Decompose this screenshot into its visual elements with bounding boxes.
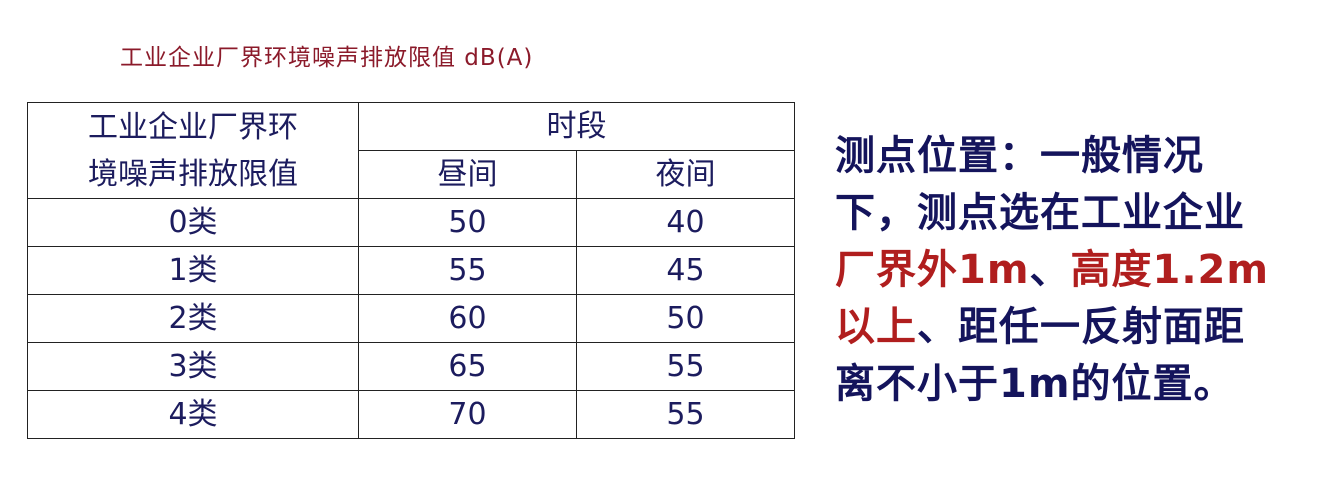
header-label-line1: 工业企业厂界环 bbox=[88, 109, 298, 145]
table-row: 0类 50 40 bbox=[27, 198, 795, 247]
day-value-cell: 55 bbox=[358, 246, 577, 295]
table-header-row: 工业企业厂界环 境噪声排放限值 时段 bbox=[27, 102, 795, 199]
measurement-point-description: 测点位置：一般情况下，测点选在工业企业厂界外1m、高度1.2m以上、距任一反射面… bbox=[835, 128, 1280, 413]
header-label-line2: 境噪声排放限值 bbox=[88, 156, 298, 192]
night-value-cell: 55 bbox=[576, 390, 795, 439]
table-row: 4类 70 55 bbox=[27, 390, 795, 439]
category-cell: 2类 bbox=[27, 294, 359, 343]
day-column-header: 昼间 bbox=[358, 150, 577, 199]
category-cell: 0类 bbox=[27, 198, 359, 247]
desc-text-part1: 测点位置：一般情况下，测点选在工业企业 bbox=[835, 133, 1245, 236]
day-value-cell: 65 bbox=[358, 342, 577, 391]
desc-highlight-boundary: 厂界外1m bbox=[835, 247, 1030, 293]
night-value-cell: 50 bbox=[576, 294, 795, 343]
day-value-cell: 60 bbox=[358, 294, 577, 343]
night-value-cell: 40 bbox=[576, 198, 795, 247]
table-row: 1类 55 45 bbox=[27, 246, 795, 295]
period-header: 时段 bbox=[358, 102, 795, 151]
page-caption: 工业企业厂界环境噪声排放限值 dB(A) bbox=[120, 45, 534, 71]
category-cell: 3类 bbox=[27, 342, 359, 391]
day-value-cell: 70 bbox=[358, 390, 577, 439]
header-label-cell: 工业企业厂界环 境噪声排放限值 bbox=[27, 102, 359, 199]
category-cell: 1类 bbox=[27, 246, 359, 295]
desc-text-part2: 、 bbox=[1029, 247, 1071, 293]
day-value-cell: 50 bbox=[358, 198, 577, 247]
category-cell: 4类 bbox=[27, 390, 359, 439]
night-value-cell: 45 bbox=[576, 246, 795, 295]
noise-limit-table: 工业企业厂界环 境噪声排放限值 时段 昼间 夜间 0类 50 40 1类 55 … bbox=[27, 102, 795, 439]
table-row: 2类 60 50 bbox=[27, 294, 795, 343]
table-row: 3类 65 55 bbox=[27, 342, 795, 391]
night-value-cell: 55 bbox=[576, 342, 795, 391]
night-column-header: 夜间 bbox=[576, 150, 795, 199]
